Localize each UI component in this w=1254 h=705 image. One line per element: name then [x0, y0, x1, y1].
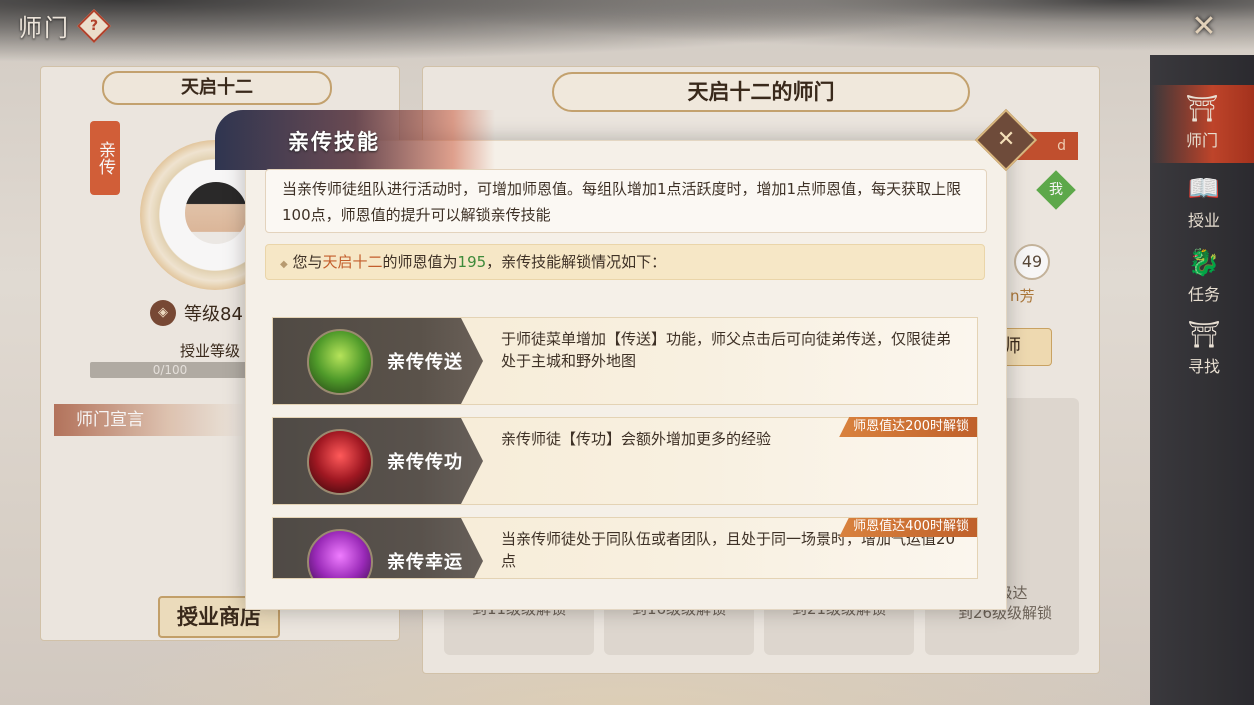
skill-row[interactable]: 亲传传送 于师徒菜单增加【传送】功能，师父点击后可向徒弟传送，仅限徒弟处于主城和… — [272, 317, 978, 405]
unlock-condition-badge: 师恩值达400时解锁 — [839, 518, 977, 537]
teleport-skill-icon — [307, 329, 373, 395]
popup-title: 亲传技能 — [288, 130, 380, 154]
info-name: 天启十二 — [322, 253, 383, 271]
bullet-icon: ◆ — [280, 259, 288, 270]
info-value: 195 — [457, 253, 487, 271]
transfer-skill-icon — [307, 429, 373, 495]
skill-name: 亲传幸运 — [387, 552, 463, 573]
skill-row[interactable]: 亲传幸运 当亲传师徒处于同队伍或者团队，且处于同一场景时，增加气运值20点 师恩… — [272, 517, 978, 579]
popup-info-bar: ◆ 您与天启十二的师恩值为195，亲传技能解锁情况如下： — [265, 244, 985, 280]
skill-name: 亲传传功 — [387, 452, 463, 473]
skill-description: 于师徒菜单增加【传送】功能，师父点击后可向徒弟传送，仅限徒弟处于主城和野外地图 — [501, 330, 952, 370]
popup-description: 当亲传师徒组队进行活动时，可增加师恩值。每组队增加1点活跃度时，增加1点师恩值，… — [265, 169, 987, 233]
skill-row[interactable]: 亲传传功 亲传师徒【传功】会额外增加更多的经验 师恩值达200时解锁 — [272, 417, 978, 505]
unlock-condition-badge: 师恩值达200时解锁 — [839, 417, 977, 437]
close-icon: ✕ — [996, 127, 1016, 152]
skill-name: 亲传传送 — [387, 352, 463, 373]
